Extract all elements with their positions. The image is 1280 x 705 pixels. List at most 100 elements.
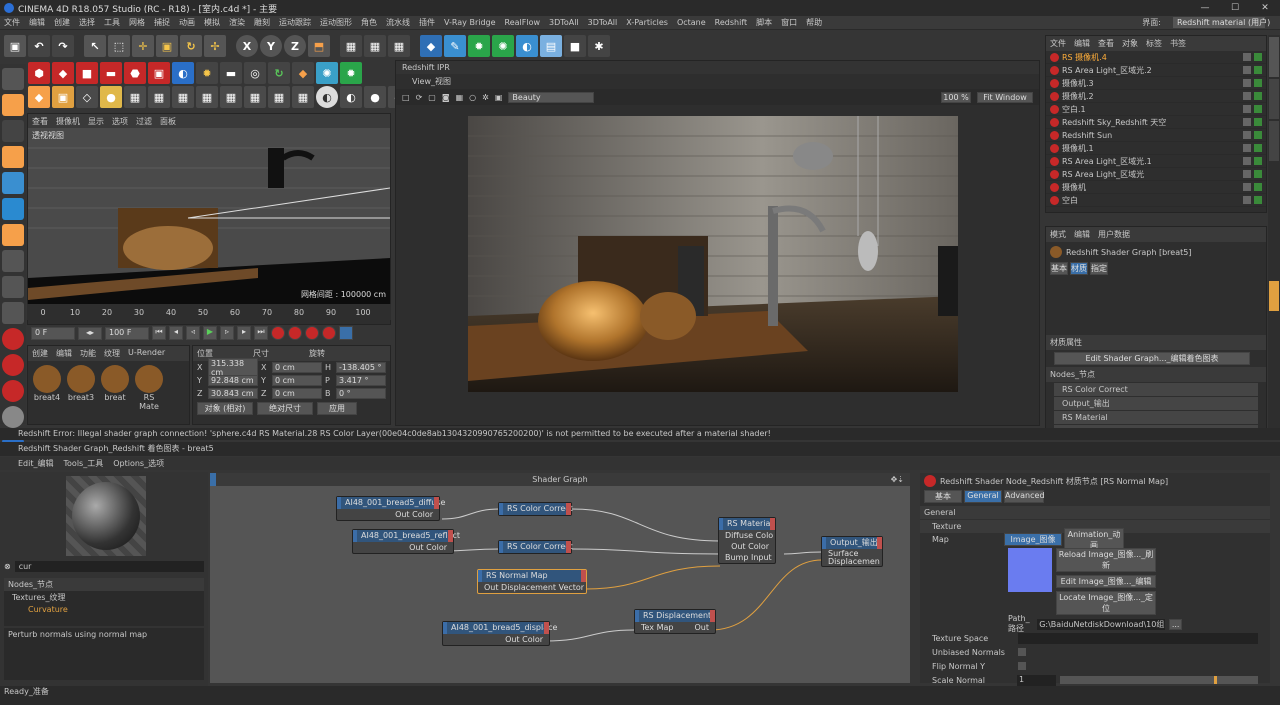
node-port[interactable]: Surface bbox=[822, 549, 882, 558]
object-visibility[interactable] bbox=[1243, 196, 1262, 204]
check-icon[interactable] bbox=[1254, 79, 1262, 87]
check-icon[interactable] bbox=[1254, 170, 1262, 178]
menu-item[interactable]: 帮助 bbox=[806, 17, 822, 28]
viewport-menu-camera[interactable]: 摄像机 bbox=[56, 116, 80, 127]
render-image[interactable] bbox=[468, 116, 958, 392]
menu-item[interactable]: 捕捉 bbox=[154, 17, 170, 28]
shader-menu-tools[interactable]: Tools_工具 bbox=[64, 457, 104, 470]
check-icon[interactable] bbox=[1254, 118, 1262, 126]
tree-node-curvature[interactable]: Curvature bbox=[4, 604, 204, 615]
x-axis-icon[interactable]: X bbox=[236, 35, 258, 57]
shader-menu-options[interactable]: Options_选项 bbox=[113, 457, 164, 470]
object-row[interactable]: Redshift Sun bbox=[1046, 129, 1266, 142]
material-menu-urender[interactable]: U-Render bbox=[128, 348, 165, 359]
node-port[interactable]: Out bbox=[694, 623, 709, 632]
menu-item[interactable]: 选择 bbox=[79, 17, 95, 28]
snap-icon[interactable]: ▦ bbox=[244, 86, 266, 108]
object-menu-view[interactable]: 查看 bbox=[1098, 38, 1114, 49]
keyframe-icon[interactable] bbox=[305, 326, 319, 340]
reload-image-button[interactable]: Reload Image_图像..._刷新 bbox=[1056, 548, 1156, 572]
color-correct-node-2[interactable]: RS Color Correct bbox=[498, 540, 573, 554]
axis-icon[interactable]: ▦ bbox=[220, 86, 242, 108]
live-select-icon[interactable]: ⬚ bbox=[108, 35, 130, 57]
visibility-dot[interactable] bbox=[1243, 183, 1251, 191]
visibility-dot[interactable] bbox=[1243, 92, 1251, 100]
slider-handle[interactable] bbox=[1214, 676, 1218, 684]
object-tab[interactable] bbox=[1269, 37, 1279, 77]
menu-item[interactable]: 模拟 bbox=[204, 17, 220, 28]
brush-icon[interactable]: ● bbox=[364, 86, 386, 108]
output-node[interactable]: Output_输出 Surface Displacemen bbox=[821, 536, 883, 567]
object-row[interactable]: Redshift Sky_Redshift 天空 bbox=[1046, 116, 1266, 129]
rs-dome-icon[interactable]: ⬣ bbox=[124, 62, 146, 84]
menu-item[interactable]: 编辑 bbox=[29, 17, 45, 28]
menu-item[interactable]: 网格 bbox=[129, 17, 145, 28]
record-icon[interactable] bbox=[271, 326, 285, 340]
rs-proxy-icon[interactable]: ▣ bbox=[148, 62, 170, 84]
redo-icon[interactable]: ↷ bbox=[52, 35, 74, 57]
paint-icon[interactable] bbox=[2, 224, 24, 246]
material-menu-texture[interactable]: 纹理 bbox=[104, 348, 120, 359]
menu-item[interactable]: 脚本 bbox=[756, 17, 772, 28]
rs-sphere-icon[interactable] bbox=[2, 328, 24, 350]
menu-item[interactable]: V-Ray Bridge bbox=[444, 18, 496, 27]
rs-grid-icon[interactable]: ✺ bbox=[316, 62, 338, 84]
menu-item[interactable]: 3DToAll bbox=[549, 18, 579, 27]
ipr-region-icon[interactable]: ▣ bbox=[495, 93, 503, 102]
viewport-menu-panel[interactable]: 面板 bbox=[160, 116, 176, 127]
next-frame-icon[interactable]: ▸ bbox=[237, 326, 251, 340]
tab-assign[interactable]: 指定 bbox=[1090, 262, 1108, 275]
ipr-refresh-icon[interactable]: ⟳ bbox=[416, 93, 423, 102]
object-row[interactable]: 摄像机 bbox=[1046, 181, 1266, 194]
sphere-icon[interactable]: ◐ bbox=[316, 86, 338, 108]
shader-graph-canvas[interactable]: Shader Graph ✥⇣ AI48_001_bread5_diffuse … bbox=[210, 473, 910, 683]
tab-general[interactable]: General bbox=[964, 490, 1002, 503]
rs-box-icon[interactable]: ◆ bbox=[292, 62, 314, 84]
check-icon[interactable] bbox=[1254, 196, 1262, 204]
coord-field[interactable]: 0 cm bbox=[272, 375, 322, 386]
visibility-dot[interactable] bbox=[1243, 53, 1251, 61]
normal-map-node[interactable]: RS Normal Map Out Displacement Vector bbox=[477, 569, 587, 594]
maximize-button[interactable]: ☐ bbox=[1220, 0, 1250, 16]
check-icon[interactable] bbox=[1254, 157, 1262, 165]
size-mode-dropdown[interactable]: 绝对尺寸 bbox=[257, 402, 313, 415]
goto-end-icon[interactable]: ⏭ bbox=[254, 326, 268, 340]
menu-item[interactable]: 窗口 bbox=[781, 17, 797, 28]
minimize-button[interactable]: — bbox=[1190, 0, 1220, 16]
cube-icon[interactable]: ◆ bbox=[420, 35, 442, 57]
tab-material[interactable]: 材质 bbox=[1070, 262, 1088, 275]
menu-item[interactable]: 创建 bbox=[54, 17, 70, 28]
object-menu-edit[interactable]: 编辑 bbox=[1074, 38, 1090, 49]
coord-field[interactable]: -138.405 ° bbox=[336, 362, 386, 373]
goto-start-icon[interactable]: ⏮ bbox=[152, 326, 166, 340]
y-axis-icon[interactable]: Y bbox=[260, 35, 282, 57]
object-mode-icon[interactable] bbox=[2, 94, 24, 116]
search-input[interactable]: cur bbox=[14, 561, 204, 572]
light-bulb-icon[interactable]: ● bbox=[100, 86, 122, 108]
rs-displacement-node[interactable]: RS Displacement Tex Map Out bbox=[634, 609, 716, 634]
coord-field[interactable]: 0 cm bbox=[272, 388, 322, 399]
camera-icon[interactable]: ■ bbox=[564, 35, 586, 57]
floor-icon[interactable]: ▤ bbox=[540, 35, 562, 57]
coord-field[interactable]: 3.417 ° bbox=[336, 375, 386, 386]
image-tab[interactable]: Image_图像 bbox=[1004, 533, 1062, 546]
zoom-field[interactable]: 100 % bbox=[941, 91, 971, 103]
material-swatch[interactable]: breat bbox=[100, 365, 130, 411]
node-item[interactable]: RS Material bbox=[1054, 411, 1258, 424]
locked-icon[interactable]: ▦ bbox=[268, 86, 290, 108]
node-port[interactable]: Out Displacement Vector bbox=[478, 582, 586, 593]
check-icon[interactable] bbox=[1254, 183, 1262, 191]
z-axis-icon[interactable]: Z bbox=[284, 35, 306, 57]
viewport-menu-options[interactable]: 选项 bbox=[112, 116, 128, 127]
visibility-dot[interactable] bbox=[1243, 144, 1251, 152]
render-picture-icon[interactable]: ▦ bbox=[364, 35, 386, 57]
node-port[interactable]: Displacemen bbox=[822, 557, 882, 566]
node-port[interactable]: Out Color bbox=[337, 509, 439, 520]
object-row[interactable]: RS Area Light_区域光 bbox=[1046, 168, 1266, 181]
menu-item[interactable]: 文件 bbox=[4, 17, 20, 28]
object-visibility[interactable] bbox=[1243, 157, 1262, 165]
viewport-menu-view[interactable]: 查看 bbox=[32, 116, 48, 127]
check-icon[interactable] bbox=[1254, 53, 1262, 61]
object-visibility[interactable] bbox=[1243, 92, 1262, 100]
object-visibility[interactable] bbox=[1243, 53, 1262, 61]
